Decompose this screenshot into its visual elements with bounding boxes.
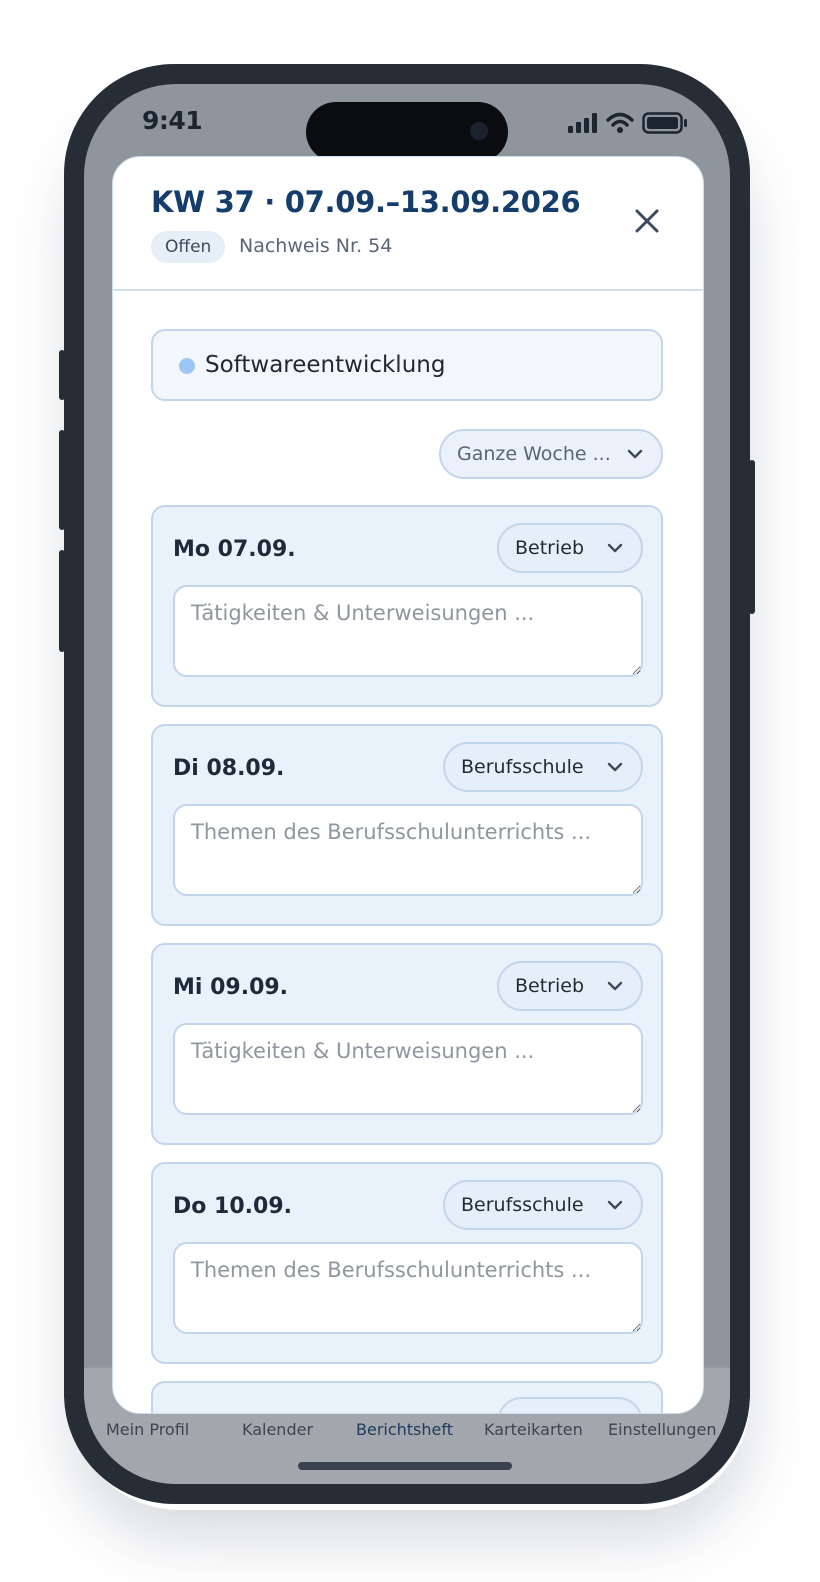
tab-einstellungen[interactable]: Einstellungen xyxy=(608,1420,716,1439)
day-label: Di 08.09. xyxy=(173,756,285,781)
day-activities-input[interactable] xyxy=(173,1023,643,1115)
tab-label: Kalender xyxy=(242,1420,314,1439)
battery-icon xyxy=(642,112,687,134)
week-report-sheet: KW 37 · 07.09.–13.09.2026 Offen Nachweis… xyxy=(112,156,704,1414)
week-type-select[interactable]: Ganze Woche ... xyxy=(439,429,663,479)
signal-icon xyxy=(568,113,597,133)
sheet-title: KW 37 · 07.09.–13.09.2026 xyxy=(151,185,581,219)
week-type-select-label: Ganze Woche ... xyxy=(457,443,611,465)
day-card-thursday: Do 10.09. Berufsschule xyxy=(151,1162,663,1364)
sheet-header: KW 37 · 07.09.–13.09.2026 Offen Nachweis… xyxy=(113,157,703,291)
status-time: 9:41 xyxy=(142,106,203,135)
tab-berichtsheft[interactable]: Berichtsheft xyxy=(356,1420,453,1439)
subject-selector[interactable]: Softwareentwicklung xyxy=(151,329,663,401)
dynamic-island xyxy=(306,102,508,162)
day-type-select[interactable]: Berufsschule xyxy=(443,742,643,792)
subject-color-dot xyxy=(179,358,195,374)
day-type-label: Berufsschule xyxy=(461,1194,584,1216)
day-activities-input[interactable] xyxy=(173,804,643,896)
day-card-next xyxy=(151,1381,663,1413)
tab-label: Berichtsheft xyxy=(356,1420,453,1439)
camera-icon xyxy=(470,122,488,140)
chevron-down-icon xyxy=(607,543,623,553)
mute-switch xyxy=(59,350,65,400)
subject-label: Softwareentwicklung xyxy=(205,352,446,378)
chevron-down-icon xyxy=(607,1200,623,1210)
close-icon[interactable] xyxy=(629,203,665,239)
chevron-down-icon xyxy=(607,981,623,991)
power-button xyxy=(749,460,755,614)
chevron-down-icon xyxy=(607,762,623,772)
status-badge: Offen xyxy=(151,231,226,263)
day-label: Mi 09.09. xyxy=(173,975,289,1000)
home-indicator[interactable] xyxy=(298,1462,512,1470)
nachweis-number: Nachweis Nr. 54 xyxy=(239,235,393,257)
phone-screen: 9:41 Mein Profil Kalender Berichtsheft K… xyxy=(84,84,730,1484)
day-type-select[interactable]: Betrieb xyxy=(497,961,643,1011)
tab-label: Mein Profil xyxy=(106,1420,190,1439)
day-type-select[interactable]: Betrieb xyxy=(497,523,643,573)
volume-up-button xyxy=(59,430,65,530)
day-label: Mo 07.09. xyxy=(173,537,296,562)
tab-kalender[interactable]: Kalender xyxy=(242,1420,313,1439)
day-type-select[interactable] xyxy=(497,1397,643,1413)
day-type-select[interactable]: Berufsschule xyxy=(443,1180,643,1230)
tab-mein-profil[interactable]: Mein Profil xyxy=(106,1420,189,1439)
day-label: Do 10.09. xyxy=(173,1194,292,1219)
chevron-down-icon xyxy=(627,449,643,459)
day-card-monday: Mo 07.09. Betrieb xyxy=(151,505,663,707)
day-activities-input[interactable] xyxy=(173,585,643,677)
tab-label: Einstellungen xyxy=(608,1420,717,1439)
day-card-wednesday: Mi 09.09. Betrieb xyxy=(151,943,663,1145)
day-type-label: Berufsschule xyxy=(461,756,584,778)
wifi-icon xyxy=(606,112,634,133)
day-type-label: Betrieb xyxy=(515,975,585,997)
day-type-label: Betrieb xyxy=(515,537,585,559)
status-icons xyxy=(568,112,688,134)
tab-label: Karteikarten xyxy=(484,1420,583,1439)
day-card-tuesday: Di 08.09. Berufsschule xyxy=(151,724,663,926)
day-activities-input[interactable] xyxy=(173,1242,643,1334)
volume-down-button xyxy=(59,550,65,652)
tab-karteikarten[interactable]: Karteikarten xyxy=(484,1420,583,1439)
